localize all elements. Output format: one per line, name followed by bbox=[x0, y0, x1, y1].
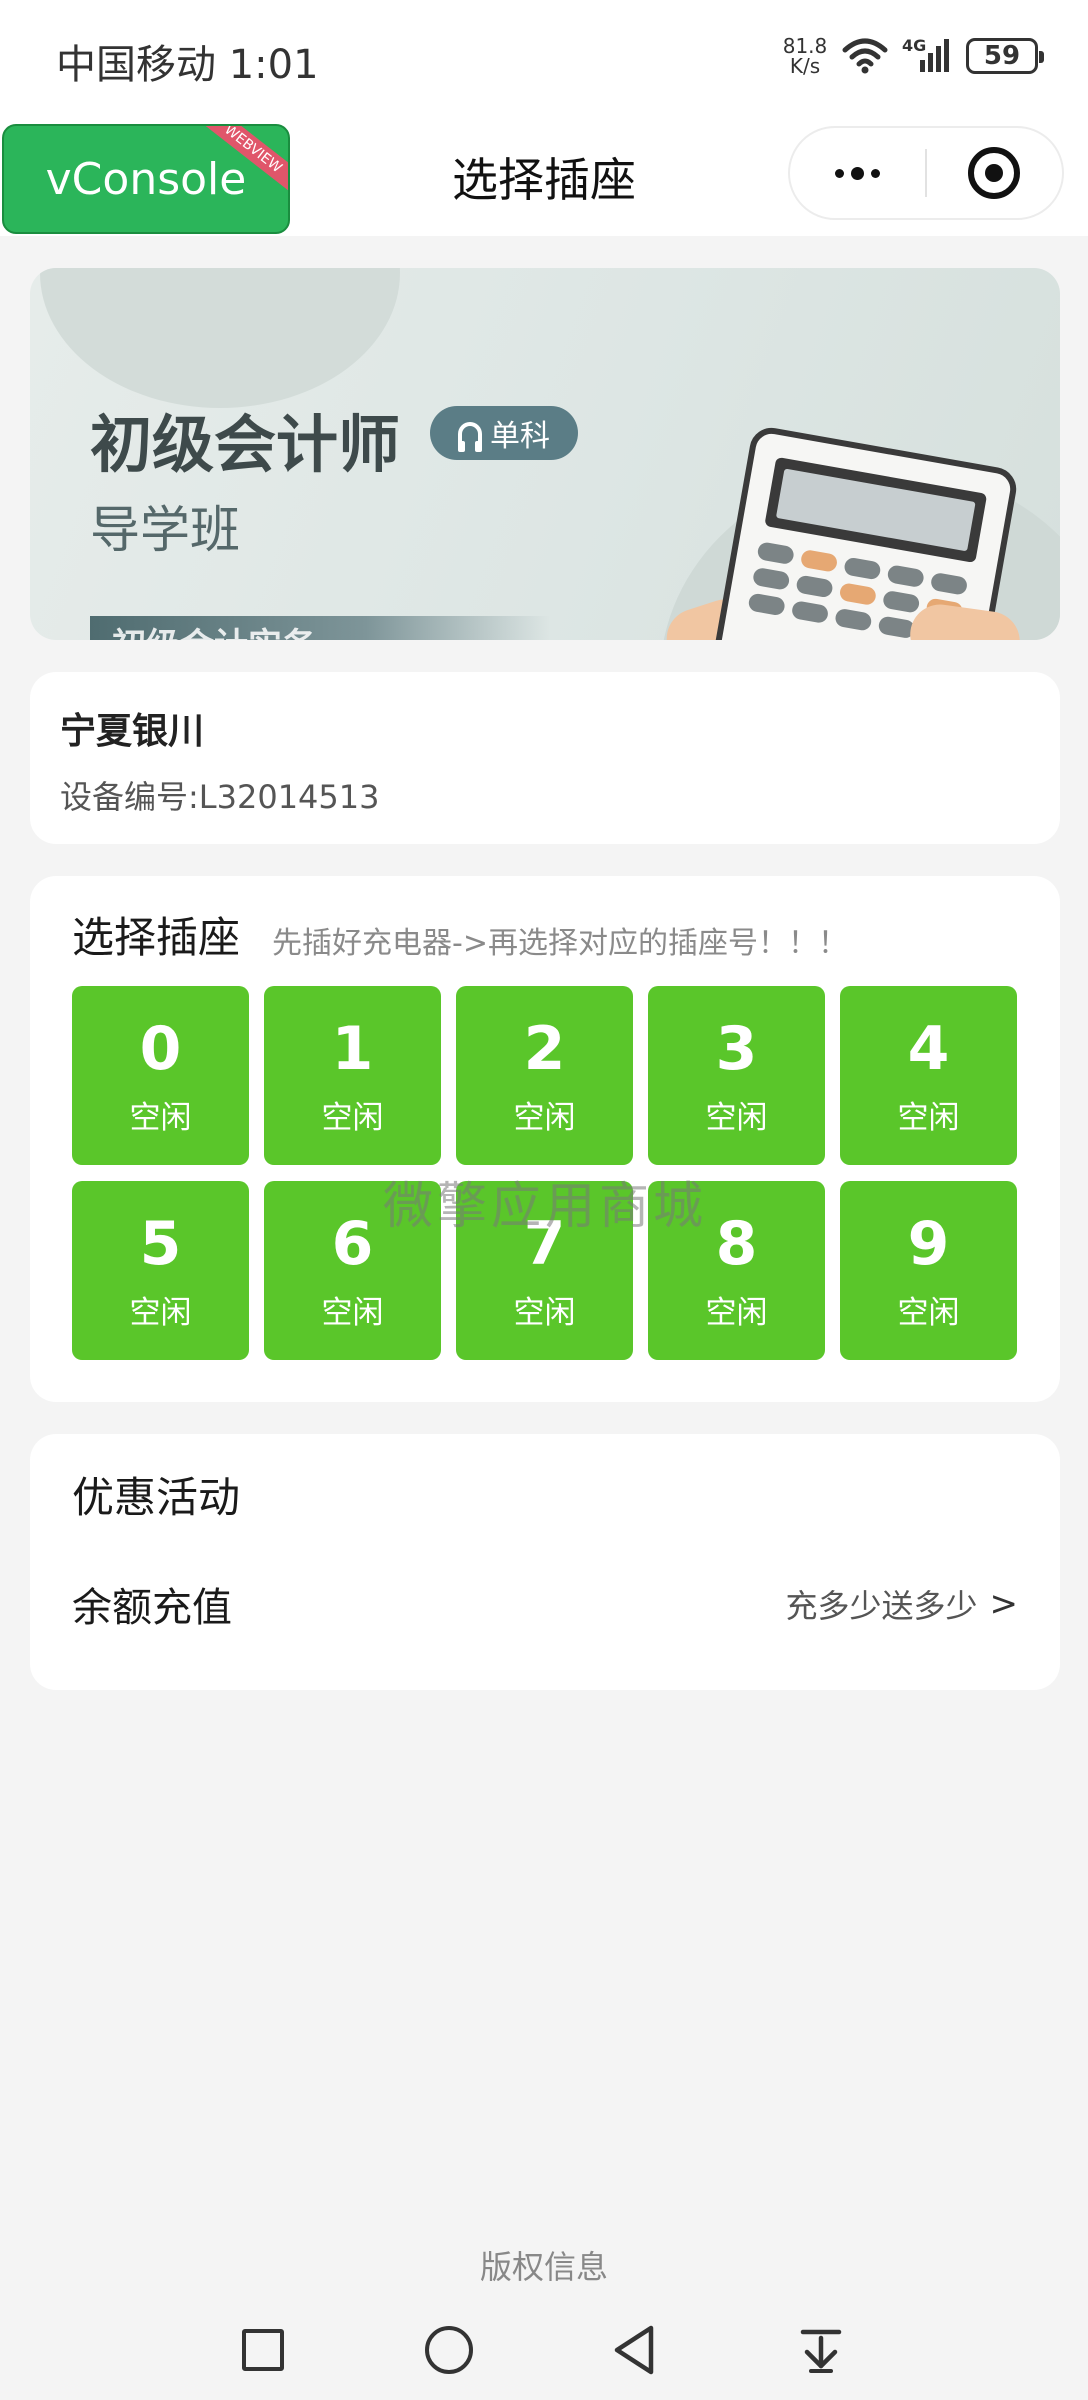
status-icons: 81.8 K/s 4G 59 bbox=[782, 32, 1044, 80]
socket-status: 空闲 bbox=[897, 1295, 960, 1331]
promo-section-title: 优惠活动 bbox=[72, 1473, 241, 1522]
net-speed-unit: K/s bbox=[789, 54, 821, 78]
socket-status: 空闲 bbox=[321, 1100, 384, 1136]
back-button[interactable] bbox=[605, 2320, 665, 2380]
device-location: 宁夏银川 bbox=[60, 711, 205, 752]
socket-status: 空闲 bbox=[129, 1295, 192, 1331]
net-speed: 81.8 K/s bbox=[782, 36, 828, 76]
device-id: 设备编号:L32014513 bbox=[60, 778, 380, 816]
status-bar: 中国移动 1:01 81.8 K/s 4G 59 bbox=[0, 0, 1088, 116]
socket-status: 空闲 bbox=[705, 1100, 768, 1136]
nav-bar: vConsole WEBVIEW 选择插座 bbox=[0, 116, 1088, 236]
system-nav-bar bbox=[0, 2300, 1088, 2400]
socket-hint: 先插好充电器->再选择对应的插座号！！！ bbox=[272, 926, 848, 961]
copyright-link[interactable]: 版权信息 bbox=[0, 2242, 1088, 2288]
chevron-right-icon: > bbox=[989, 1584, 1019, 1624]
promo-item-label: 余额充值 bbox=[72, 1585, 232, 1631]
socket-number: 3 bbox=[715, 1014, 758, 1084]
net-speed-value: 81.8 bbox=[782, 34, 828, 58]
promo-item-right: 充多少送多少 > bbox=[785, 1581, 1018, 1627]
socket-card: 选择插座 先插好充电器->再选择对应的插座号！！！ 0 空闲 1 空闲 2 空闲… bbox=[30, 876, 1060, 1402]
promo-card: 优惠活动 余额充值 充多少送多少 > bbox=[30, 1434, 1060, 1690]
triangle-back-icon bbox=[614, 2325, 654, 2375]
socket-status: 空闲 bbox=[513, 1100, 576, 1136]
socket-status: 空闲 bbox=[897, 1100, 960, 1136]
socket-button-1[interactable]: 1 空闲 bbox=[264, 986, 441, 1165]
balance-recharge-row[interactable]: 余额充值 充多少送多少 > bbox=[72, 1574, 1018, 1634]
banner-tag: 单科 bbox=[430, 406, 578, 460]
target-icon bbox=[968, 147, 1021, 199]
socket-button-3[interactable]: 3 空闲 bbox=[648, 986, 825, 1165]
mini-program-capsule bbox=[788, 126, 1064, 220]
socket-number: 2 bbox=[523, 1014, 566, 1084]
battery-icon: 59 bbox=[966, 38, 1044, 74]
download-menu-icon bbox=[800, 2329, 842, 2373]
device-card: 宁夏银川 设备编号:L32014513 bbox=[30, 672, 1060, 844]
socket-status: 空闲 bbox=[705, 1295, 768, 1331]
battery-level: 59 bbox=[983, 41, 1021, 71]
promo-banner[interactable]: 初级会计师 单科 导学班 初级会计实务 bbox=[30, 268, 1060, 640]
home-button[interactable] bbox=[419, 2320, 479, 2380]
calculator-illustration bbox=[710, 424, 1020, 640]
socket-button-2[interactable]: 2 空闲 bbox=[456, 986, 633, 1165]
socket-status: 空闲 bbox=[129, 1100, 192, 1136]
banner-strip: 初级会计实务 bbox=[90, 616, 550, 640]
banner-title: 初级会计师 bbox=[90, 408, 401, 481]
socket-status: 空闲 bbox=[321, 1295, 384, 1331]
wifi-icon bbox=[842, 38, 888, 74]
socket-section-title: 选择插座 bbox=[72, 913, 241, 962]
socket-number: 0 bbox=[139, 1014, 182, 1084]
promo-item-desc: 充多少送多少 bbox=[785, 1587, 978, 1625]
more-dots-icon bbox=[835, 166, 880, 180]
circle-icon bbox=[425, 2326, 473, 2374]
banner-subtitle: 导学班 bbox=[90, 501, 240, 559]
socket-status: 空闲 bbox=[513, 1295, 576, 1331]
square-icon bbox=[242, 2329, 284, 2371]
socket-number: 1 bbox=[331, 1014, 374, 1084]
watermark: 微擎应用商城 bbox=[383, 1177, 707, 1235]
socket-button-4[interactable]: 4 空闲 bbox=[840, 986, 1017, 1165]
banner-tag-label: 单科 bbox=[490, 419, 550, 454]
signal-icon: 4G bbox=[902, 36, 952, 76]
more-button[interactable] bbox=[790, 128, 925, 218]
carrier-time: 中国移动 1:01 bbox=[56, 42, 319, 88]
banner-strip-text: 初级会计实务 bbox=[112, 618, 316, 640]
close-button[interactable] bbox=[927, 128, 1062, 218]
headphone-icon bbox=[458, 422, 482, 452]
banner-decoration bbox=[40, 268, 400, 408]
menu-button[interactable] bbox=[791, 2320, 851, 2380]
socket-number: 4 bbox=[907, 1014, 950, 1084]
socket-button-0[interactable]: 0 空闲 bbox=[72, 986, 249, 1165]
recent-apps-button[interactable] bbox=[233, 2320, 293, 2380]
